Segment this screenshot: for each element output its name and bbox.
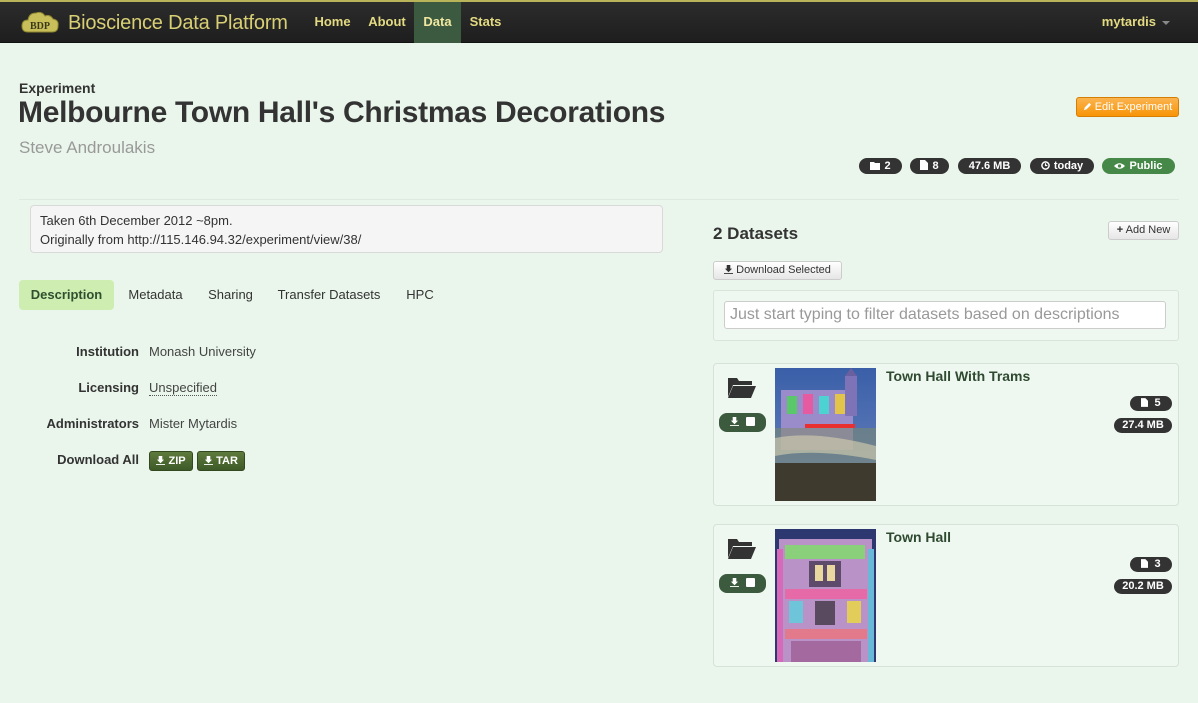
chevron-down-icon bbox=[1162, 20, 1170, 25]
dataset-size-badge: 20.2 MB bbox=[1114, 579, 1172, 594]
checkbox-icon[interactable] bbox=[746, 578, 756, 587]
clock-icon bbox=[1041, 161, 1050, 170]
dataset-thumbnail[interactable] bbox=[775, 529, 876, 662]
download-tar-button[interactable]: TAR bbox=[197, 451, 245, 471]
nav-data[interactable]: Data bbox=[414, 2, 461, 43]
dataset-size: 27.4 MB bbox=[1122, 419, 1164, 431]
dataset-files-count: 3 bbox=[1154, 558, 1161, 570]
download-icon bbox=[724, 265, 734, 274]
download-all-label: Download All bbox=[57, 452, 139, 467]
administrators-label: Administrators bbox=[46, 416, 139, 431]
dataset-size: 20.2 MB bbox=[1122, 580, 1164, 592]
datasets-count-badge: 2 bbox=[859, 158, 902, 174]
experiment-label: Experiment bbox=[19, 80, 96, 96]
experiment-author[interactable]: Steve Androulakis bbox=[19, 138, 155, 158]
dataset-download-toggle[interactable] bbox=[719, 574, 766, 593]
page-title: Melbourne Town Hall's Christmas Decorati… bbox=[18, 96, 666, 129]
size-badge: 47.6 MB bbox=[958, 158, 1021, 174]
dataset-files-badge: 5 bbox=[1130, 396, 1172, 411]
file-icon bbox=[920, 160, 929, 170]
top-navbar: BDP Bioscience Data Platform Home About … bbox=[0, 0, 1198, 43]
folder-open-icon bbox=[728, 378, 756, 398]
updated-badge: today bbox=[1030, 158, 1094, 174]
brand-title: Bioscience Data Platform bbox=[68, 11, 288, 34]
header-divider bbox=[19, 199, 1179, 200]
licensing-label: Licensing bbox=[78, 380, 139, 395]
experiment-description: Taken 6th December 2012 ~8pm. Originally… bbox=[30, 205, 663, 253]
download-selected-label: Download Selected bbox=[736, 264, 831, 276]
dataset-files-badge: 3 bbox=[1130, 557, 1172, 572]
administrators-value: Mister Mytardis bbox=[149, 416, 238, 431]
nav-home[interactable]: Home bbox=[307, 2, 358, 43]
folder-icon bbox=[870, 162, 881, 170]
tab-transfer-datasets[interactable]: Transfer Datasets bbox=[270, 280, 388, 310]
tar-label: TAR bbox=[216, 455, 238, 467]
download-icon bbox=[204, 456, 214, 465]
folder-open-icon bbox=[728, 539, 756, 559]
dataset-title[interactable]: Town Hall With Trams bbox=[886, 368, 1030, 384]
dataset-files-count: 5 bbox=[1154, 397, 1161, 409]
cloud-logo-icon: BDP bbox=[21, 11, 59, 33]
user-menu[interactable]: mytardis bbox=[1102, 2, 1170, 43]
institution-label: Institution bbox=[76, 344, 139, 359]
brand-logo-text: BDP bbox=[30, 21, 50, 32]
dataset-filter-input[interactable] bbox=[724, 301, 1166, 329]
edit-experiment-button[interactable]: Edit Experiment bbox=[1076, 97, 1179, 117]
files-count-badge: 8 bbox=[910, 158, 949, 174]
dataset-card[interactable]: Town Hall 3 20.2 MB bbox=[713, 524, 1179, 667]
pencil-icon bbox=[1083, 102, 1091, 111]
files-count: 8 bbox=[932, 160, 939, 172]
user-name: mytardis bbox=[1101, 14, 1156, 29]
file-icon bbox=[1141, 398, 1149, 407]
zip-label: ZIP bbox=[168, 455, 186, 467]
download-icon bbox=[156, 456, 166, 465]
dataset-card[interactable]: Town Hall With Trams 5 27.4 MB bbox=[713, 363, 1179, 506]
datasets-count: 2 bbox=[884, 160, 891, 172]
add-new-label: Add New bbox=[1125, 224, 1171, 236]
download-zip-button[interactable]: ZIP bbox=[149, 451, 193, 471]
tab-metadata[interactable]: Metadata bbox=[120, 280, 191, 310]
dataset-thumbnail[interactable] bbox=[775, 368, 876, 501]
checkbox-icon[interactable] bbox=[746, 417, 756, 426]
total-size: 47.6 MB bbox=[968, 160, 1011, 172]
tab-description[interactable]: Description bbox=[19, 280, 114, 310]
dataset-title[interactable]: Town Hall bbox=[886, 529, 951, 545]
institution-value: Monash University bbox=[149, 344, 256, 359]
download-icon bbox=[729, 578, 739, 587]
tab-sharing[interactable]: Sharing bbox=[199, 280, 262, 310]
download-selected-button[interactable]: Download Selected bbox=[713, 261, 842, 280]
brand[interactable]: BDP Bioscience Data Platform bbox=[20, 6, 288, 40]
visibility-value: Public bbox=[1129, 160, 1163, 172]
plus-icon: + bbox=[1116, 224, 1124, 236]
download-icon bbox=[729, 417, 739, 426]
filter-panel bbox=[713, 290, 1179, 341]
updated-value: today bbox=[1053, 160, 1084, 172]
dataset-size-badge: 27.4 MB bbox=[1114, 418, 1172, 433]
file-icon bbox=[1141, 559, 1149, 568]
datasets-heading: 2 Datasets bbox=[713, 224, 799, 243]
description-line: Taken 6th December 2012 ~8pm. bbox=[40, 213, 233, 228]
edit-experiment-label: Edit Experiment bbox=[1094, 101, 1173, 113]
nav-stats[interactable]: Stats bbox=[463, 2, 508, 43]
public-badge: Public bbox=[1102, 158, 1175, 174]
licensing-value[interactable]: Unspecified bbox=[149, 380, 217, 396]
nav-about[interactable]: About bbox=[362, 2, 412, 43]
tab-hpc[interactable]: HPC bbox=[398, 280, 442, 310]
eye-icon bbox=[1114, 163, 1126, 169]
add-new-button[interactable]: + Add New bbox=[1108, 221, 1179, 240]
dataset-download-toggle[interactable] bbox=[719, 413, 766, 432]
description-line: Originally from http://115.146.94.32/exp… bbox=[40, 232, 362, 247]
